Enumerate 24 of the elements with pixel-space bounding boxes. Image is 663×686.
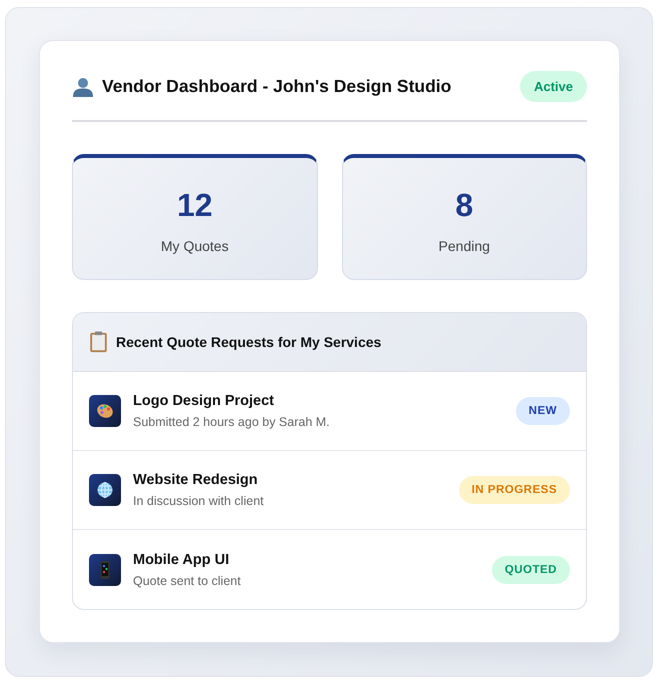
phone-icon [89,554,121,586]
panel-title: Recent Quote Requests for My Services [116,334,382,350]
request-subtitle: Submitted 2 hours ago by Sarah M. [133,415,331,429]
request-title: Website Redesign [133,472,259,488]
palette-icon [89,395,121,427]
status-badge: Active [520,71,587,102]
stat-label: My Quotes [160,238,229,254]
status-badge: QUOTED [492,556,570,584]
request-row[interactable]: Website Redesign In discussion with client IN PROGRESS [73,451,586,530]
request-subtitle: In discussion with client [133,494,265,508]
request-row[interactable]: Logo Design Project Submitted 2 hours ago by Sarah M. NEW [73,372,586,451]
status-badge: IN PROGRESS [458,476,570,504]
globe-icon [89,474,121,506]
status-badge: NEW [516,397,570,425]
clipboard-icon [89,331,108,353]
request-subtitle: Quote sent to client [133,574,242,588]
request-title: Mobile App UI [133,552,230,568]
stat-value: 12 [176,187,213,224]
person-icon [72,76,94,98]
request-title: Logo Design Project [133,393,275,409]
stat-value: 8 [455,187,474,224]
stat-label: Pending [438,238,490,254]
dashboard-title: Vendor Dashboard - John's Design Studio [102,76,452,97]
request-row[interactable]: Mobile App UI Quote sent to client QUOTED [73,530,586,609]
